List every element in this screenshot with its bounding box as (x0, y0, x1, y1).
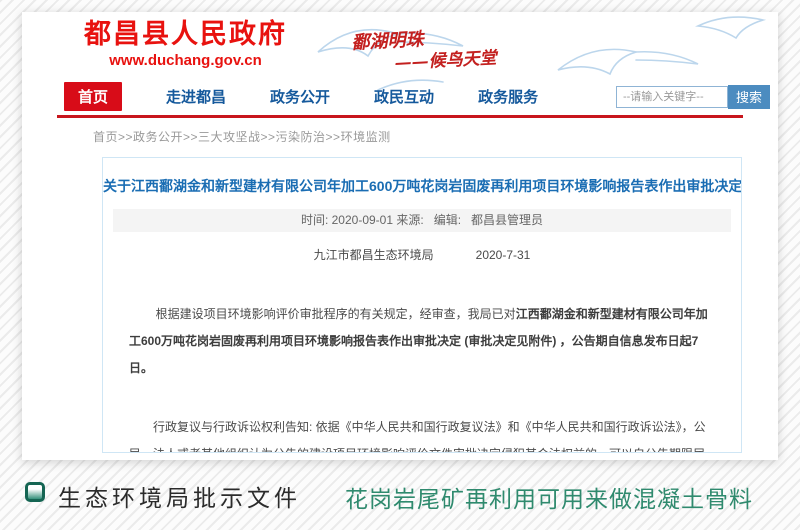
article-box: 关于江西鄱湖金和新型建材有限公司年加工600万吨花岗岩固废再利用项目环境影响报告… (102, 157, 742, 453)
main-navigation: 首页 走进都昌 政务公开 政民互动 政务服务 搜索 (22, 80, 778, 113)
search-bar: 搜索 (616, 85, 770, 109)
nav-divider-line (57, 115, 743, 118)
nav-tab-about-duchang[interactable]: 走进都昌 (166, 86, 226, 107)
paragraph-approval-decision: 根据建设项目环境影响评价审批程序的有关规定，经审查，我局已对江西鄱湖金和新型建材… (129, 274, 715, 409)
site-logo[interactable]: 都昌县人民政府 www.duchang.gov.cn (84, 20, 287, 69)
nav-tab-services[interactable]: 政务服务 (478, 86, 538, 107)
paragraph-approval-lead: 根据建设项目环境影响评价审批程序的有关规定，经审查，我局已对 (156, 307, 516, 321)
site-url: www.duchang.gov.cn (84, 52, 287, 69)
site-header: 都昌县人民政府 www.duchang.gov.cn 鄱湖明珠 ——候鸟天堂 (22, 12, 778, 80)
green-square-bullet-icon (25, 482, 45, 502)
nav-tabs: 首页 走进都昌 政务公开 政民互动 政务服务 (64, 82, 538, 111)
caption-note-green: 花岗岩尾矿再利用可用来做混凝土骨料 (345, 480, 753, 514)
article-body: 九江市都昌生态环境局 2020-7-31 根据建设项目环境影响评价审批程序的有关规… (103, 232, 741, 453)
paragraph-legal-rights: 行政复议与行政诉讼权利告知: 依据《中华人民共和国行政复议法》和《中华人民共和国… (129, 414, 715, 453)
article-title: 关于江西鄱湖金和新型建材有限公司年加工600万吨花岗岩固废再利用项目环境影响报告… (103, 176, 741, 196)
nav-tab-interaction[interactable]: 政民互动 (374, 86, 434, 107)
caption-title: 生态环境局批示文件 (58, 479, 301, 513)
breadcrumb[interactable]: 首页>>政务公开>>三大攻坚战>>污染防治>>环境监测 (93, 128, 778, 145)
issue-date: 2020-7-31 (476, 248, 531, 262)
nav-tab-gov-affairs[interactable]: 政务公开 (270, 86, 330, 107)
agency-name: 九江市都昌生态环境局 (314, 248, 434, 262)
slogan-line-2: ——候鸟天堂 (394, 48, 497, 75)
search-input[interactable] (616, 86, 728, 108)
site-slogan-calligraphy: 鄱湖明珠 ——候鸟天堂 (351, 24, 497, 77)
site-name: 都昌县人民政府 (84, 20, 287, 50)
issuing-agency-line: 九江市都昌生态环境局 2020-7-31 (129, 242, 715, 269)
nav-tab-home[interactable]: 首页 (64, 82, 122, 111)
search-button[interactable]: 搜索 (728, 85, 770, 109)
website-screenshot: 都昌县人民政府 www.duchang.gov.cn 鄱湖明珠 ——候鸟天堂 首… (22, 12, 778, 460)
article-meta-bar: 时间: 2020-09-01 来源: 编辑: 都昌县管理员 (113, 209, 731, 232)
